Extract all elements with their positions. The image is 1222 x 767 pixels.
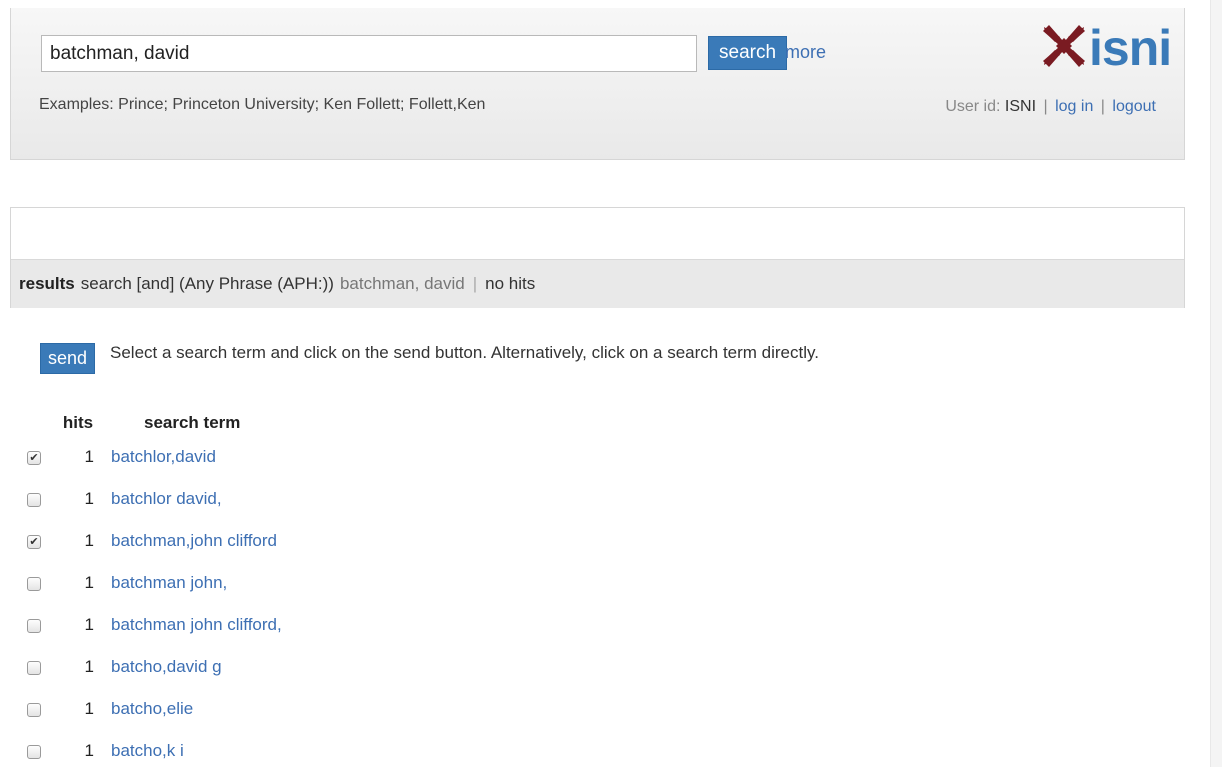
send-button[interactable]: send [40, 343, 96, 374]
search-term-link[interactable]: batchlor david, [111, 489, 222, 509]
results-label: results [19, 274, 75, 293]
results-status: no hits [485, 274, 536, 293]
search-term-link[interactable]: batcho,k i [111, 741, 184, 761]
scrollbar[interactable] [1210, 0, 1222, 767]
search-term-link[interactable]: batchlor,david [111, 447, 216, 467]
isni-x-logo-icon [1041, 23, 1087, 74]
column-header-hits: hits [62, 413, 94, 432]
results-description: search [and] (Any Phrase (APH:)) [80, 274, 334, 293]
row-hits: 1 [84, 489, 94, 508]
search-term-row: 1 batcho,david g [0, 654, 600, 684]
row-hits: 1 [84, 447, 94, 466]
logout-link[interactable]: logout [1112, 98, 1156, 115]
column-header-search-term: search term [144, 413, 241, 432]
search-term-row: 1 batchman john clifford, [0, 612, 600, 642]
row-checkbox[interactable] [27, 703, 41, 717]
search-term-link[interactable]: batchman john, [111, 573, 227, 593]
row-checkbox[interactable] [27, 577, 41, 591]
row-checkbox[interactable] [27, 661, 41, 675]
search-input[interactable] [41, 35, 697, 72]
search-term-link[interactable]: batcho,elie [111, 699, 193, 719]
row-checkbox[interactable] [27, 745, 41, 759]
search-term-row: 1 batchlor david, [0, 486, 600, 516]
more-link[interactable]: more [785, 42, 826, 63]
results-separator: | [472, 274, 478, 293]
row-checkbox[interactable] [27, 619, 41, 633]
search-term-row: 1 batcho,k i [0, 738, 600, 767]
row-checkbox[interactable]: ✔ [27, 451, 41, 465]
user-bar-separator: | [1043, 98, 1048, 115]
results-panel: results search [and] (Any Phrase (APH:))… [10, 207, 1185, 308]
isni-logo[interactable]: isni [1041, 20, 1172, 76]
send-instructions: Select a search term and click on the se… [110, 343, 819, 362]
search-examples: Examples: Prince; Princeton University; … [39, 96, 486, 113]
row-checkbox[interactable]: ✔ [27, 535, 41, 549]
search-header: search more Examples: Prince; Princeton … [10, 8, 1185, 160]
user-bar-separator: | [1100, 98, 1105, 115]
row-hits: 1 [84, 573, 94, 592]
row-hits: 1 [84, 741, 94, 760]
user-id-value: ISNI [1004, 98, 1037, 115]
row-hits: 1 [84, 699, 94, 718]
row-hits: 1 [84, 657, 94, 676]
user-id-label: User id: [945, 98, 1001, 115]
isni-logo-text: isni [1089, 20, 1172, 76]
search-term-row: ✔ 1 batchman,john clifford [0, 528, 600, 558]
results-query: batchman, david [339, 274, 465, 293]
login-link[interactable]: log in [1055, 98, 1093, 115]
row-hits: 1 [84, 531, 94, 550]
search-button[interactable]: search [708, 36, 788, 70]
search-term-link[interactable]: batchman,john clifford [111, 531, 277, 551]
user-bar: User id: ISNI | log in | logout [945, 98, 1156, 116]
row-hits: 1 [84, 615, 94, 634]
search-term-row: ✔ 1 batchlor,david [0, 444, 600, 474]
search-term-row: 1 batchman john, [0, 570, 600, 600]
results-summary-bar: results search [and] (Any Phrase (APH:))… [11, 259, 1184, 308]
row-checkbox[interactable] [27, 493, 41, 507]
search-term-row: 1 batcho,elie [0, 696, 600, 726]
search-term-link[interactable]: batcho,david g [111, 657, 222, 677]
search-term-link[interactable]: batchman john clifford, [111, 615, 282, 635]
